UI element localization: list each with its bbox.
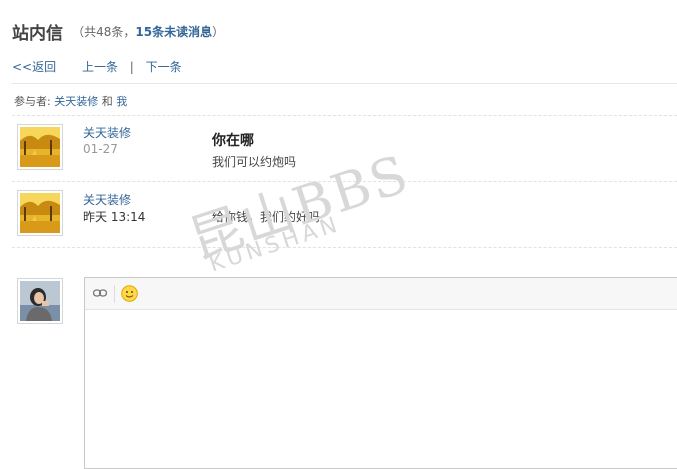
message-time: 01-27 <box>83 142 118 156</box>
participant-me-link[interactable]: 我 <box>116 95 127 108</box>
link-icon[interactable] <box>93 289 107 297</box>
reply-textarea[interactable] <box>85 310 677 468</box>
page-title: 站内信 <box>12 24 63 44</box>
participant-link[interactable]: 关天装修 <box>54 95 98 108</box>
prev-message-link[interactable]: 上一条 <box>82 60 118 74</box>
nav-separator: | <box>129 60 134 74</box>
message-subject: 你在哪 <box>212 133 254 149</box>
avatar[interactable] <box>17 124 63 170</box>
divider <box>12 181 677 182</box>
message-count: （共48条，15条未读消息） <box>72 25 225 39</box>
message-sender-link[interactable]: 关天装修 <box>83 191 131 208</box>
my-avatar[interactable] <box>17 278 63 324</box>
message-time: 昨天 13:14 <box>83 210 146 224</box>
editor-toolbar <box>85 278 677 310</box>
avatar[interactable] <box>17 190 63 236</box>
reply-editor[interactable] <box>84 277 677 469</box>
message-body: 我们可以约炮吗 <box>212 155 297 169</box>
page-header: 站内信 （共48条，15条未读消息） <box>12 19 224 44</box>
smiley-icon[interactable] <box>121 285 138 302</box>
message-sender-link[interactable]: 关天装修 <box>83 124 131 141</box>
divider <box>12 83 677 84</box>
message-nav: <<返回 上一条 | 下一条 <box>12 58 182 75</box>
unread-count-link[interactable]: 15条未读消息 <box>135 25 212 39</box>
avatar-image <box>20 127 60 167</box>
participants: 参与者: 关天装修 和 我 <box>14 95 128 108</box>
next-message-link[interactable]: 下一条 <box>146 60 182 74</box>
toolbar-divider <box>114 285 115 303</box>
divider <box>12 115 677 116</box>
divider <box>12 247 677 248</box>
avatar-image <box>20 281 60 321</box>
participants-label: 参与者: <box>14 95 51 108</box>
avatar-image <box>20 193 60 233</box>
back-link[interactable]: <<返回 <box>12 60 56 74</box>
message-body: 给你钱，我们约好吗 <box>212 210 321 224</box>
